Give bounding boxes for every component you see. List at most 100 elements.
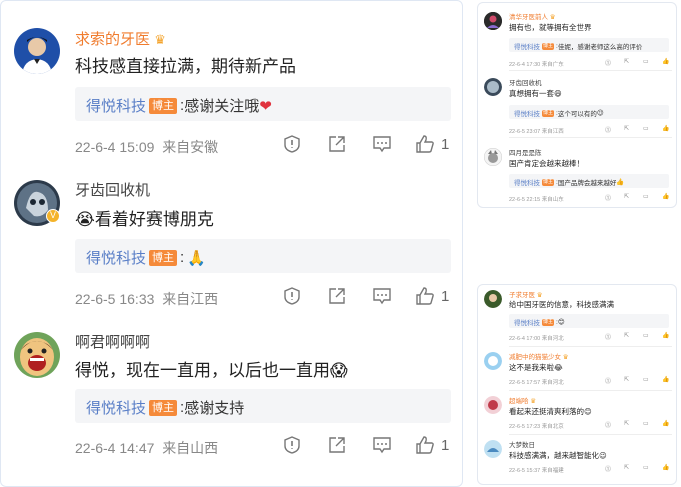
comment-icon[interactable] bbox=[372, 435, 392, 458]
like-count: 1 bbox=[441, 287, 450, 305]
comment-time: 22-6-4 14:47 bbox=[75, 440, 155, 456]
crown-icon: ♛ bbox=[528, 398, 537, 405]
reply-box[interactable]: 得悦科技 博主 : 🙏 bbox=[75, 239, 451, 273]
reply-box[interactable]: 得悦科技 博主 : 佳妮，感谢老师这么高的评价 bbox=[509, 38, 669, 52]
like-button[interactable]: 1 bbox=[415, 435, 449, 455]
comment-username[interactable]: 求索的牙医 ♛ bbox=[75, 28, 166, 49]
reply-author[interactable]: 得悦科技 bbox=[86, 247, 146, 268]
comment-item: 子求牙医 ♛ 给中国牙医的信意，科技感满满 得悦科技 博主 : 😊 22-6-4… bbox=[478, 285, 676, 347]
report-icon[interactable]: ⓵ bbox=[605, 376, 611, 385]
avatar[interactable] bbox=[484, 396, 502, 414]
reply-box[interactable]: 得悦科技 博主 : 这个可以有的 😉 bbox=[509, 105, 669, 119]
share-icon[interactable]: ⇱ bbox=[624, 193, 629, 200]
comment-icon[interactable]: ▭ bbox=[643, 332, 649, 339]
comment-text: 😭看着好赛博朋克 bbox=[75, 210, 214, 229]
share-icon[interactable]: ⇱ bbox=[624, 125, 629, 132]
comment-username[interactable]: 牙齿回收机 bbox=[75, 179, 150, 200]
comment-username[interactable]: 子求牙医 ♛ bbox=[509, 289, 543, 299]
share-icon[interactable] bbox=[327, 435, 347, 458]
comment-meta: 22-6-5 23:07 来自江西 bbox=[509, 129, 564, 135]
reply-box[interactable]: 得悦科技 博主 : 国产品牌会越来越好 👍 bbox=[509, 174, 669, 188]
comment-item: 超端哈 ♛ 看起来还挺清爽利落的😊 22-6-5 17:23 来自北京 ⓵ ⇱ … bbox=[478, 391, 676, 435]
report-icon[interactable] bbox=[282, 134, 302, 157]
comment-username[interactable]: 牙齿回收机 bbox=[509, 77, 542, 87]
comment-username[interactable]: 大梦数日 bbox=[509, 439, 535, 449]
share-icon[interactable]: ⇱ bbox=[624, 420, 629, 427]
share-icon[interactable]: ⇱ bbox=[624, 464, 629, 471]
like-button[interactable]: 1 bbox=[415, 286, 449, 306]
comment-icon[interactable]: ▭ bbox=[643, 58, 649, 65]
thumbs-up-icon[interactable]: 👍 bbox=[662, 420, 669, 427]
thumbs-up-icon[interactable]: 👍 bbox=[662, 376, 669, 383]
share-icon[interactable]: ⇱ bbox=[624, 58, 629, 65]
avatar[interactable] bbox=[14, 332, 60, 378]
comment-meta: 22-6-5 16:33 来自江西 bbox=[75, 289, 218, 309]
comment-username[interactable]: 减肥中的猫猫少女 ♛ bbox=[509, 351, 569, 361]
comment-icon[interactable] bbox=[372, 286, 392, 309]
share-icon[interactable]: ⇱ bbox=[624, 376, 629, 383]
avatar[interactable] bbox=[484, 78, 502, 96]
like-count: 1 bbox=[441, 436, 450, 454]
report-icon[interactable]: ⓵ bbox=[605, 125, 611, 134]
reply-author[interactable]: 得悦科技 bbox=[86, 95, 146, 116]
comment-username[interactable]: 四月是是陈 bbox=[509, 147, 542, 157]
pray-emoji: 🙏 bbox=[187, 249, 206, 267]
avatar[interactable] bbox=[484, 290, 502, 308]
comment-icon[interactable]: ▭ bbox=[643, 125, 649, 132]
comment-username[interactable]: 清华牙医前人 ♛ bbox=[509, 11, 556, 21]
reply-text: 感谢关注哦 bbox=[184, 98, 260, 115]
main-comments-panel: 求索的牙医 ♛ 科技感直接拉满，期待新产品 得悦科技 博主 : 感谢关注哦 ❤ … bbox=[0, 0, 463, 487]
comment-item: 大梦数日 科技感满满，越来越智能化😉 22-6-5 15:37 来自福建 ⓵ ⇱… bbox=[478, 435, 676, 484]
thumbs-up-icon bbox=[416, 287, 434, 305]
comment-icon[interactable] bbox=[372, 134, 392, 157]
comment-item: V 牙齿回收机 😭看着好赛博朋克 得悦科技 博主 : 🙏 22-6-5 16:3… bbox=[1, 161, 462, 316]
reply-box[interactable]: 得悦科技 博主 : 😊 bbox=[509, 314, 669, 328]
thumbs-up-icon[interactable]: 👍 bbox=[662, 58, 669, 65]
reply-author: 得悦科技 bbox=[514, 44, 540, 51]
comment-text: 科技感满满，越来越智能化😉 bbox=[509, 451, 607, 460]
comment-item: 牙齿回收机 真想拥有一套😄 得悦科技 博主 : 这个可以有的 😉 22-6-5 2… bbox=[478, 71, 676, 139]
comment-icon[interactable]: ▭ bbox=[643, 464, 649, 471]
thumbs-up-icon[interactable]: 👍 bbox=[662, 464, 669, 471]
comment-icon[interactable]: ▭ bbox=[643, 376, 649, 383]
like-button[interactable]: 1 bbox=[415, 134, 449, 154]
report-icon[interactable]: ⓵ bbox=[605, 58, 611, 67]
comment-icon[interactable]: ▭ bbox=[643, 420, 649, 427]
share-icon[interactable] bbox=[327, 134, 347, 157]
avatar[interactable] bbox=[484, 440, 502, 458]
reply-author: 得悦科技 bbox=[514, 180, 540, 187]
comment-text: 科技感直接拉满，期待新产品 bbox=[75, 57, 296, 76]
comment-icon[interactable]: ▭ bbox=[643, 193, 649, 200]
comment-item: 啊君啊啊啊 得悦，现在一直用，以后也一直用😱 得悦科技 博主 : 感谢支持 22… bbox=[1, 316, 462, 486]
comment-text: 真想拥有一套😄 bbox=[509, 89, 562, 98]
thumbs-up-icon[interactable]: 👍 bbox=[662, 125, 669, 132]
comment-time: 22-6-5 16:33 bbox=[75, 291, 155, 307]
report-icon[interactable]: ⓵ bbox=[605, 332, 611, 341]
avatar[interactable] bbox=[484, 148, 502, 166]
share-icon[interactable]: ⇱ bbox=[624, 332, 629, 339]
avatar[interactable] bbox=[14, 28, 60, 74]
report-icon[interactable]: ⓵ bbox=[605, 420, 611, 429]
report-icon[interactable]: ⓵ bbox=[605, 464, 611, 473]
avatar[interactable] bbox=[484, 12, 502, 30]
thumbs-up-icon[interactable]: 👍 bbox=[662, 332, 669, 339]
avatar[interactable] bbox=[484, 352, 502, 370]
reply-text: 这个可以有的 bbox=[557, 111, 597, 118]
reply-box[interactable]: 得悦科技 博主 : 感谢关注哦 ❤ bbox=[75, 87, 451, 121]
comment-username[interactable]: 啊君啊啊啊 bbox=[75, 331, 150, 352]
comment-meta: 22-6-4 17:00 来自河北 bbox=[509, 336, 564, 342]
comment-source: 来自山西 bbox=[162, 440, 219, 456]
share-icon[interactable] bbox=[327, 286, 347, 309]
report-icon[interactable] bbox=[282, 435, 302, 458]
comment-time: 22-6-4 15:09 bbox=[75, 139, 155, 155]
report-icon[interactable]: ⓵ bbox=[605, 193, 611, 202]
report-icon[interactable] bbox=[282, 286, 302, 309]
verified-v-icon: V bbox=[46, 209, 60, 223]
reply-author[interactable]: 得悦科技 bbox=[86, 397, 146, 418]
comment-text: 看起来还挺清爽利落的😊 bbox=[509, 407, 592, 416]
thumbs-up-icon[interactable]: 👍 bbox=[662, 193, 669, 200]
reply-box[interactable]: 得悦科技 博主 : 感谢支持 bbox=[75, 389, 451, 423]
comment-text: 这不是我来啦😂 bbox=[509, 363, 563, 372]
author-badge: 博主 bbox=[542, 109, 555, 117]
comment-username[interactable]: 超端哈 ♛ bbox=[509, 395, 536, 405]
